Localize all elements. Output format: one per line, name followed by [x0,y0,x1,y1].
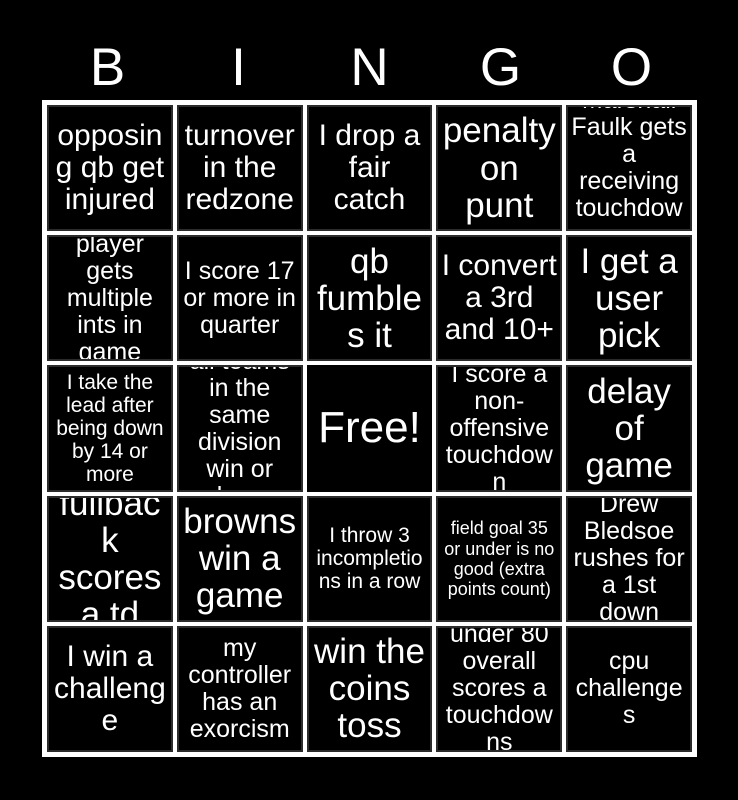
bingo-cell-label: I throw 3 incompletions in a row [316,524,423,594]
bingo-cell[interactable]: I drop a fair catch [306,105,433,232]
bingo-cell-label: penalty on punt [442,111,556,225]
header-letter-o: O [610,37,653,97]
bingo-cell-label: I score 17 or more in quarter [183,256,296,339]
bingo-cell-label: all teams in the same division win or lo… [190,367,290,489]
bingo-cell-free[interactable]: Free! [306,365,433,492]
bingo-cell[interactable]: I take the lead after being down by 14 o… [47,365,173,492]
bingo-cell[interactable]: qb fumbles it [306,235,433,362]
bingo-cell-label: Marshall Faulk gets a receiving touchdow… [571,107,687,229]
bingo-cell-label: Free! [318,403,421,453]
header-letter-b: B [89,37,126,97]
bingo-cell-label: I win a challenge [54,639,166,737]
bingo-cell-label: turnover in the redzone [184,118,295,217]
bingo-cell[interactable]: under 80 overall scores a touchdowns [436,625,563,752]
bingo-cell[interactable]: all teams in the same division win or lo… [176,365,303,492]
bingo-cell[interactable]: cpu challenges [566,625,692,752]
bingo-cell[interactable]: delay of game [566,365,692,492]
bingo-cell-label: under 80 overall scores a touchdowns [445,625,553,752]
bingo-cell-label: I score a non-offensive touchdown [445,365,553,492]
bingo-cell-label: opposing qb get injured [55,118,165,217]
bingo-cell-label: I take the lead after being down by 14 o… [56,370,164,487]
bingo-cell[interactable]: win the coins toss [306,625,433,752]
bingo-cell[interactable]: opposing qb get injured [47,105,173,232]
bingo-cell-label: player gets multiple ints in game [66,235,153,362]
bingo-cell[interactable]: I score a non-offensive touchdown [436,365,563,492]
bingo-cell-label: I get a user pick [580,241,678,355]
bingo-cell-label: qb fumbles it [316,241,423,355]
bingo-grid: opposing qb get injured turnover in the r… [42,100,697,757]
bingo-cell[interactable]: penalty on punt [436,105,563,232]
bingo-cell-label: Drew Bledsoe rushes for a 1st down [573,495,685,622]
bingo-cell[interactable]: I score 17 or more in quarter [176,235,303,362]
bingo-cell[interactable]: my controller has an exorcism [176,625,303,752]
bingo-cell[interactable]: turnover in the redzone [176,105,303,232]
bingo-cell[interactable]: fullback scores a td [47,495,173,622]
header-letter-g: G [479,37,522,97]
bingo-cell-label: I drop a fair catch [318,118,421,217]
bingo-cell-label: fullback scores a td [58,495,162,622]
header-letter-n: N [350,37,389,97]
bingo-cell[interactable]: browns win a game [176,495,303,622]
bingo-cell-label: delay of game [585,371,673,486]
bingo-cell-label: field goal 35 or under is no good (extra… [444,518,555,599]
bingo-cell[interactable]: I get a user pick [566,235,692,362]
bingo-cell[interactable]: I throw 3 incompletions in a row [306,495,433,622]
bingo-cell[interactable]: I win a challenge [47,625,173,752]
bingo-card: B I N G O opposing qb get injured turnove… [0,0,738,800]
bingo-cell-label: browns win a game [183,502,297,616]
bingo-cell-label: win the coins toss [314,632,425,746]
bingo-cell-label: my controller has an exorcism [188,633,292,743]
bingo-cell[interactable]: Marshall Faulk gets a receiving touchdow… [566,105,692,232]
bingo-header: B I N G O [42,36,697,98]
bingo-cell-label: cpu challenges [575,647,683,730]
header-letter-i: I [231,37,246,97]
bingo-cell[interactable]: Drew Bledsoe rushes for a 1st down [566,495,692,622]
bingo-cell[interactable]: player gets multiple ints in game [47,235,173,362]
bingo-cell[interactable]: I convert a 3rd and 10+ [436,235,563,362]
bingo-cell[interactable]: field goal 35 or under is no good (extra… [436,495,563,622]
bingo-cell-label: I convert a 3rd and 10+ [441,249,557,347]
